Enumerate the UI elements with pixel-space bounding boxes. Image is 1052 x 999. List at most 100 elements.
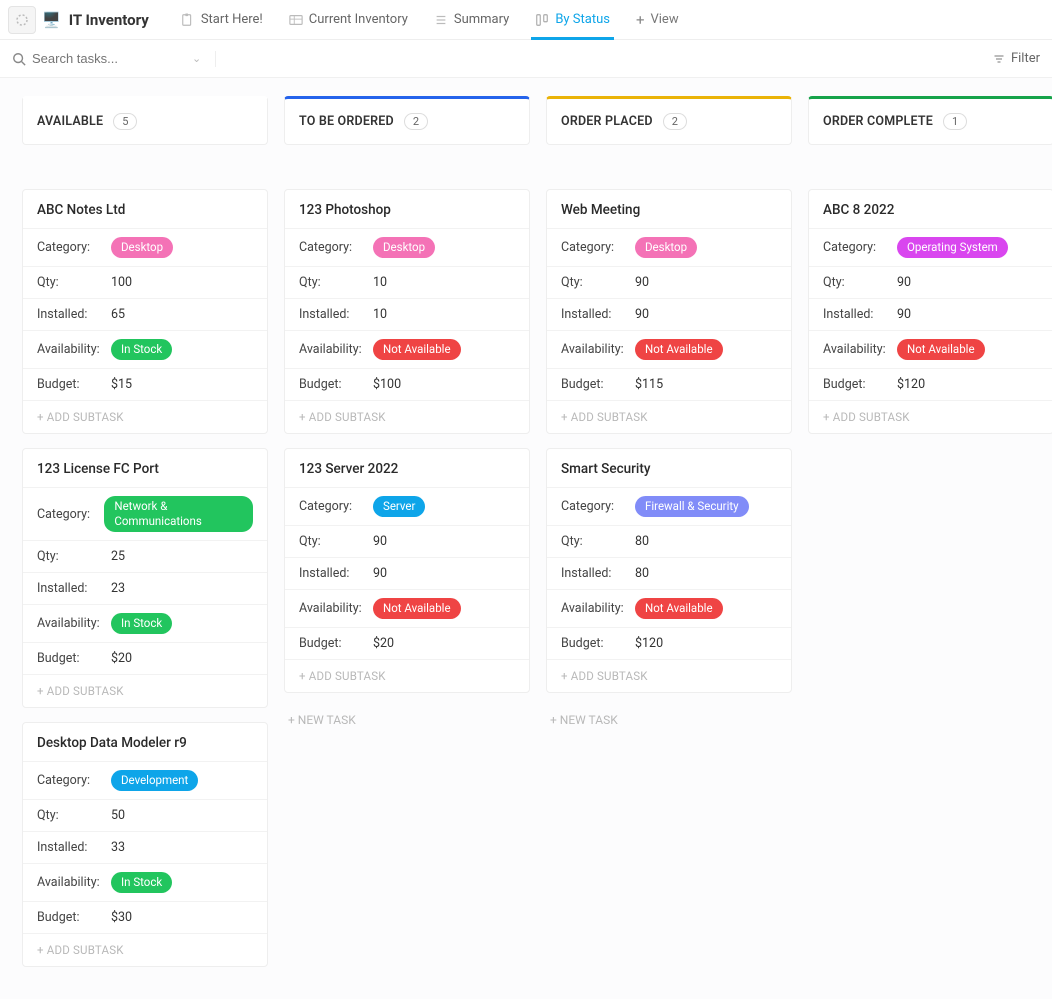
field-label: Installed: xyxy=(561,566,635,581)
field-label: Qty: xyxy=(37,275,111,290)
tab-summary[interactable]: Summary xyxy=(422,0,521,39)
task-card[interactable]: 123 Server 2022 Category:Server Qty:90 I… xyxy=(284,448,530,693)
filter-icon xyxy=(993,53,1005,65)
row-category: Category:Desktop xyxy=(285,228,529,266)
row-budget: Budget:$15 xyxy=(23,368,267,400)
field-label: Qty: xyxy=(37,808,111,823)
app-title: IT Inventory xyxy=(69,11,149,29)
row-budget: Budget:$120 xyxy=(547,627,791,659)
row-qty: Qty:90 xyxy=(285,525,529,557)
field-label: Availability: xyxy=(37,616,111,631)
tab-icon xyxy=(434,13,448,27)
field-label: Budget: xyxy=(37,910,111,925)
row-availability: Availability:Not Available xyxy=(547,330,791,368)
add-subtask-button[interactable]: + ADD SUBTASK xyxy=(23,400,267,433)
tab-start-here-[interactable]: Start Here! xyxy=(169,0,275,39)
row-budget: Budget:$120 xyxy=(809,368,1052,400)
budget-value: $120 xyxy=(635,636,663,651)
chevron-down-icon[interactable]: ⌄ xyxy=(192,52,201,65)
availability-pill: Not Available xyxy=(897,339,985,360)
row-budget: Budget:$115 xyxy=(547,368,791,400)
add-view-button[interactable]: +View xyxy=(624,0,691,39)
row-qty: Qty:100 xyxy=(23,266,267,298)
availability-pill: In Stock xyxy=(111,613,172,634)
add-subtask-button[interactable]: + ADD SUBTASK xyxy=(809,400,1052,433)
category-pill: Server xyxy=(373,496,425,517)
qty-value: 50 xyxy=(111,808,125,823)
field-label: Category: xyxy=(299,240,373,255)
category-pill: Network & Communications xyxy=(104,496,253,532)
add-subtask-button[interactable]: + ADD SUBTASK xyxy=(285,659,529,692)
row-installed: Installed:90 xyxy=(285,557,529,589)
tab-current-inventory[interactable]: Current Inventory xyxy=(277,0,420,39)
row-category: Category:Desktop xyxy=(23,228,267,266)
new-task-button[interactable]: + NEW TASK xyxy=(284,707,530,733)
plus-icon: + xyxy=(636,11,645,29)
availability-pill: In Stock xyxy=(111,872,172,893)
task-card[interactable]: 123 License FC Port Category:Network & C… xyxy=(22,448,268,708)
tab-label: Current Inventory xyxy=(309,12,408,27)
column-header[interactable]: TO BE ORDERED2 xyxy=(284,96,530,145)
column-header[interactable]: AVAILABLE5 xyxy=(22,96,268,145)
row-category: Category:Desktop xyxy=(547,228,791,266)
row-availability: Availability:In Stock xyxy=(23,863,267,901)
row-budget: Budget:$100 xyxy=(285,368,529,400)
field-label: Installed: xyxy=(561,307,635,322)
add-subtask-button[interactable]: + ADD SUBTASK xyxy=(23,674,267,707)
field-label: Availability: xyxy=(561,342,635,357)
row-installed: Installed:90 xyxy=(809,298,1052,330)
task-card[interactable]: ABC Notes Ltd Category:Desktop Qty:100 I… xyxy=(22,189,268,434)
column-header[interactable]: ORDER COMPLETE1 xyxy=(808,96,1052,145)
task-card[interactable]: Smart Security Category:Firewall & Secur… xyxy=(546,448,792,693)
search-input[interactable] xyxy=(32,51,182,66)
field-label: Availability: xyxy=(37,342,111,357)
column-header[interactable]: ORDER PLACED2 xyxy=(546,96,792,145)
filter-button[interactable]: Filter xyxy=(993,51,1040,66)
row-qty: Qty:25 xyxy=(23,540,267,572)
row-installed: Installed:23 xyxy=(23,572,267,604)
row-availability: Availability:Not Available xyxy=(285,330,529,368)
row-budget: Budget:$30 xyxy=(23,901,267,933)
category-pill: Desktop xyxy=(373,237,435,258)
field-label: Installed: xyxy=(37,581,111,596)
tab-by-status[interactable]: By Status xyxy=(523,0,622,39)
row-availability: Availability:Not Available xyxy=(547,589,791,627)
field-label: Budget: xyxy=(299,636,373,651)
column-name: ORDER COMPLETE xyxy=(823,114,933,129)
row-availability: Availability:Not Available xyxy=(285,589,529,627)
field-label: Qty: xyxy=(299,534,373,549)
field-label: Availability: xyxy=(823,342,897,357)
card-title: 123 License FC Port xyxy=(23,449,267,487)
availability-pill: Not Available xyxy=(373,339,461,360)
add-subtask-button[interactable]: + ADD SUBTASK xyxy=(547,659,791,692)
row-availability: Availability:In Stock xyxy=(23,330,267,368)
new-task-button[interactable]: + NEW TASK xyxy=(546,707,792,733)
field-label: Qty: xyxy=(37,549,111,564)
add-subtask-button[interactable]: + ADD SUBTASK xyxy=(23,933,267,966)
card-title: Smart Security xyxy=(547,449,791,487)
field-label: Installed: xyxy=(299,307,373,322)
field-label: Installed: xyxy=(37,840,111,855)
column-count: 5 xyxy=(113,113,137,130)
add-subtask-button[interactable]: + ADD SUBTASK xyxy=(547,400,791,433)
task-card[interactable]: Web Meeting Category:Desktop Qty:90 Inst… xyxy=(546,189,792,434)
qty-value: 90 xyxy=(897,275,911,290)
field-label: Category: xyxy=(37,240,111,255)
view-tabs: Start Here! Current Inventory SummaryBy St… xyxy=(169,0,691,39)
app-emoji-icon: 🖥️ xyxy=(42,11,61,29)
installed-value: 90 xyxy=(373,566,387,581)
task-card[interactable]: Desktop Data Modeler r9 Category:Develop… xyxy=(22,722,268,967)
row-installed: Installed:65 xyxy=(23,298,267,330)
row-budget: Budget:$20 xyxy=(23,642,267,674)
field-label: Qty: xyxy=(561,275,635,290)
task-card[interactable]: 123 Photoshop Category:Desktop Qty:10 In… xyxy=(284,189,530,434)
field-label: Installed: xyxy=(37,307,111,322)
field-label: Budget: xyxy=(561,636,635,651)
row-qty: Qty:80 xyxy=(547,525,791,557)
budget-value: $120 xyxy=(897,377,925,392)
field-label: Budget: xyxy=(37,377,111,392)
task-card[interactable]: ABC 8 2022 Category:Operating System Qty… xyxy=(808,189,1052,434)
add-subtask-button[interactable]: + ADD SUBTASK xyxy=(285,400,529,433)
divider xyxy=(215,51,216,67)
workspace-icon[interactable] xyxy=(8,6,36,34)
